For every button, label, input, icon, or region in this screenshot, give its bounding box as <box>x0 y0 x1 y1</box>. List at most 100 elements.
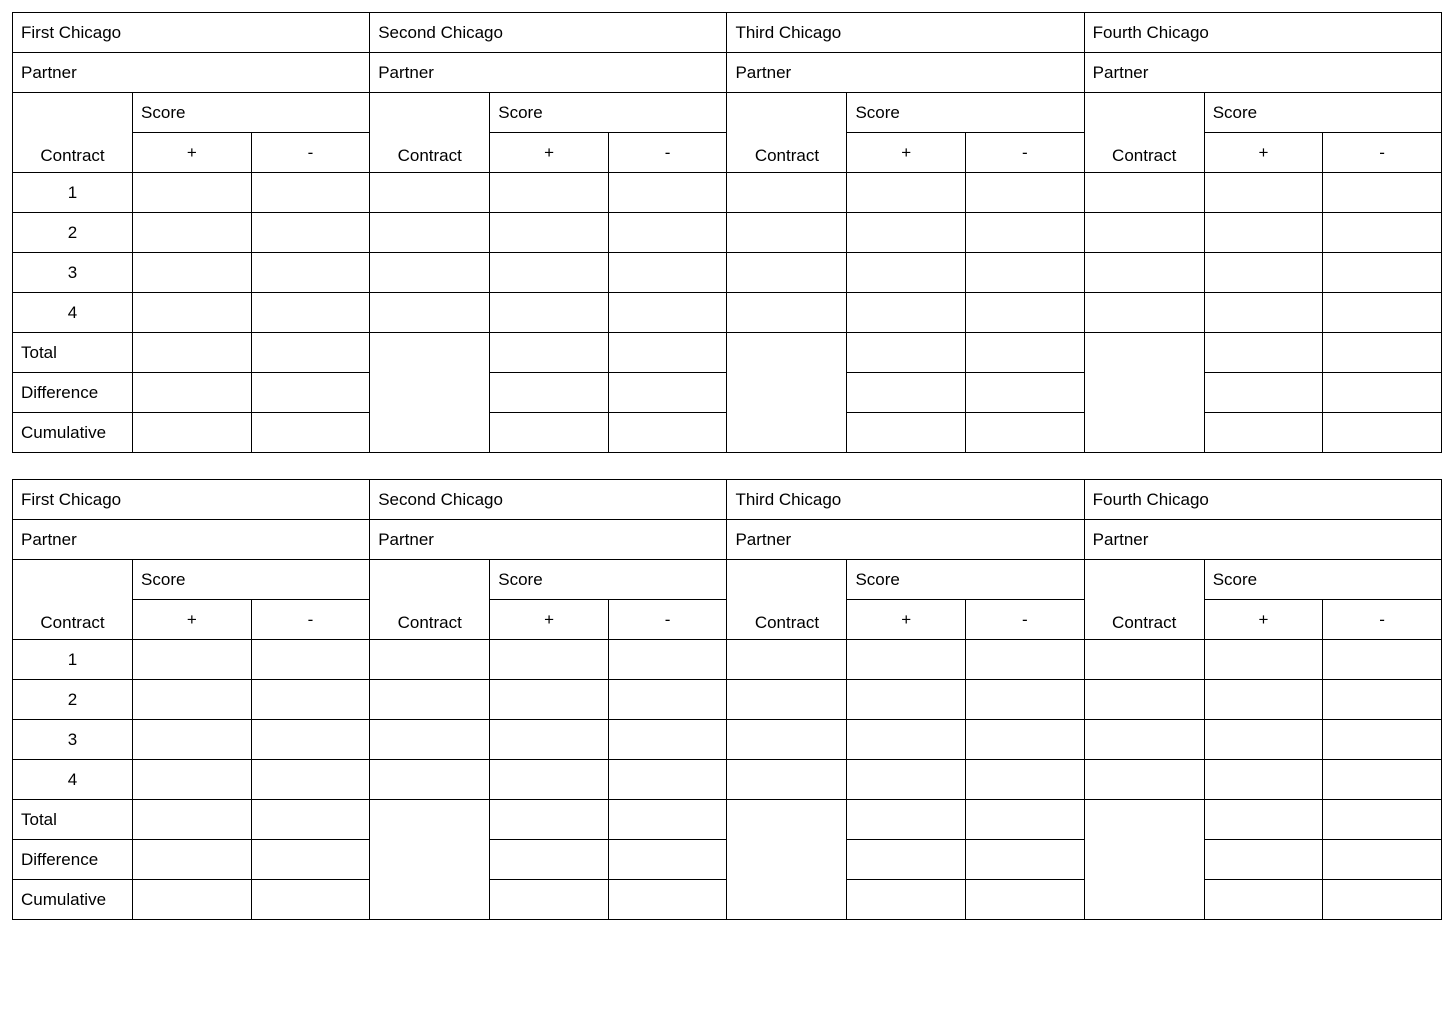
plus-cell <box>1204 253 1323 293</box>
contract-cell <box>370 173 490 213</box>
deal-number: 4 <box>13 293 133 333</box>
cumulative-minus <box>1323 880 1442 920</box>
minus-cell <box>251 760 370 800</box>
plus-cell <box>1204 293 1323 333</box>
score-header: Score <box>133 93 370 133</box>
contract-cell <box>1084 213 1204 253</box>
plus-cell <box>847 760 966 800</box>
deal-number: 1 <box>13 640 133 680</box>
panel-title: Second Chicago <box>370 480 727 520</box>
minus-cell <box>251 640 370 680</box>
cumulative-label: Cumulative <box>13 413 133 453</box>
difference-minus <box>966 373 1085 413</box>
panel-title: First Chicago <box>13 13 370 53</box>
minus-header: - <box>608 133 727 173</box>
panel-title: Third Chicago <box>727 480 1084 520</box>
plus-header: + <box>133 600 252 640</box>
summary-label-blank <box>370 333 490 453</box>
score-header: Score <box>490 560 727 600</box>
difference-plus <box>133 373 252 413</box>
minus-cell <box>251 253 370 293</box>
minus-cell <box>251 293 370 333</box>
panel-title: Fourth Chicago <box>1084 13 1441 53</box>
deal-number: 1 <box>13 173 133 213</box>
partner-label: Partner <box>1093 530 1149 549</box>
plus-cell <box>133 253 252 293</box>
difference-plus <box>1204 373 1323 413</box>
plus-header: + <box>133 133 252 173</box>
plus-cell <box>847 640 966 680</box>
partner-row: Partner <box>13 53 370 93</box>
total-minus <box>966 800 1085 840</box>
minus-header: - <box>966 133 1085 173</box>
summary-label-blank <box>727 800 847 920</box>
summary-label-blank <box>1084 800 1204 920</box>
cumulative-plus <box>133 880 252 920</box>
partner-label: Partner <box>21 63 77 82</box>
plus-cell <box>847 293 966 333</box>
minus-cell <box>608 720 727 760</box>
minus-cell <box>608 760 727 800</box>
minus-cell <box>608 680 727 720</box>
partner-label: Partner <box>1093 63 1149 82</box>
total-plus <box>490 333 609 373</box>
cumulative-minus <box>608 880 727 920</box>
contract-cell <box>1084 173 1204 213</box>
minus-cell <box>251 680 370 720</box>
contract-cell <box>370 293 490 333</box>
minus-cell <box>1323 720 1442 760</box>
minus-cell <box>966 213 1085 253</box>
plus-cell <box>133 293 252 333</box>
difference-plus <box>1204 840 1323 880</box>
partner-row: Partner <box>727 520 1084 560</box>
contract-header: Contract <box>370 560 490 640</box>
plus-cell <box>490 293 609 333</box>
contract-cell <box>727 640 847 680</box>
difference-minus <box>966 840 1085 880</box>
minus-cell <box>251 173 370 213</box>
difference-minus <box>1323 840 1442 880</box>
minus-header: - <box>1323 133 1442 173</box>
total-minus <box>251 333 370 373</box>
score-header: Score <box>1204 93 1441 133</box>
minus-header: - <box>251 133 370 173</box>
minus-cell <box>1323 293 1442 333</box>
score-header: Score <box>847 560 1084 600</box>
minus-cell <box>966 680 1085 720</box>
contract-header: Contract <box>13 560 133 640</box>
total-plus <box>847 800 966 840</box>
summary-label-blank <box>727 333 847 453</box>
plus-cell <box>847 173 966 213</box>
plus-cell <box>133 640 252 680</box>
contract-cell <box>727 720 847 760</box>
minus-cell <box>966 760 1085 800</box>
total-minus <box>608 800 727 840</box>
cumulative-minus <box>966 413 1085 453</box>
cumulative-minus <box>251 880 370 920</box>
partner-row: Partner <box>370 53 727 93</box>
minus-cell <box>966 293 1085 333</box>
total-label: Total <box>13 800 133 840</box>
contract-header: Contract <box>13 93 133 173</box>
contract-cell <box>1084 680 1204 720</box>
cumulative-plus <box>133 413 252 453</box>
cumulative-minus <box>608 413 727 453</box>
total-plus <box>133 800 252 840</box>
total-minus <box>1323 333 1442 373</box>
score-header: Score <box>1204 560 1441 600</box>
deal-number: 3 <box>13 720 133 760</box>
plus-cell <box>133 720 252 760</box>
minus-header: - <box>966 600 1085 640</box>
contract-cell <box>370 640 490 680</box>
plus-cell <box>1204 760 1323 800</box>
cumulative-plus <box>1204 880 1323 920</box>
plus-header: + <box>1204 600 1323 640</box>
minus-header: - <box>608 600 727 640</box>
contract-cell <box>1084 640 1204 680</box>
difference-label: Difference <box>13 840 133 880</box>
contract-cell <box>727 293 847 333</box>
minus-cell <box>1323 640 1442 680</box>
contract-header: Contract <box>727 560 847 640</box>
plus-header: + <box>490 600 609 640</box>
cumulative-plus <box>1204 413 1323 453</box>
